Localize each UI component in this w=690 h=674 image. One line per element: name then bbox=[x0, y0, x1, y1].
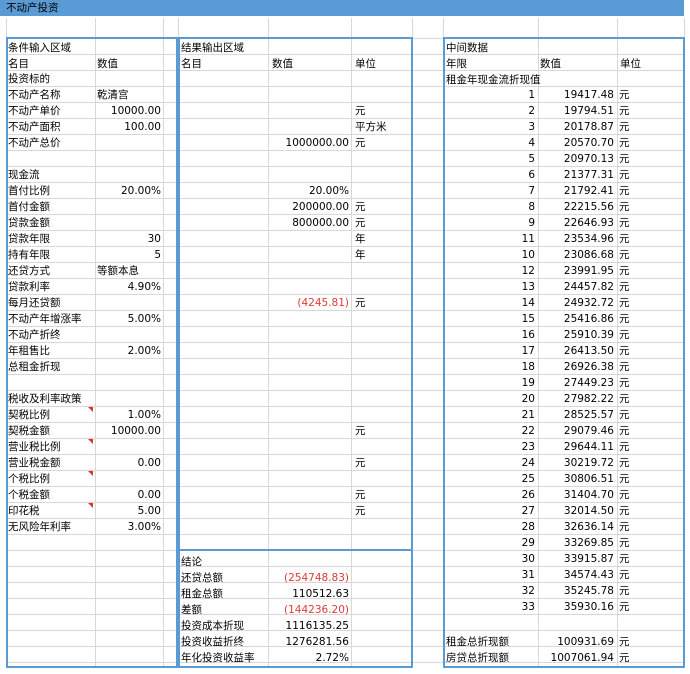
intermediate-area-box bbox=[443, 37, 685, 668]
conclusion-box bbox=[178, 549, 413, 668]
sheet-title: 不动产投资 bbox=[6, 2, 59, 14]
input-area-box bbox=[6, 37, 178, 668]
sheet-title-bar: 不动产投资 bbox=[0, 0, 684, 16]
output-area-box bbox=[178, 37, 413, 551]
